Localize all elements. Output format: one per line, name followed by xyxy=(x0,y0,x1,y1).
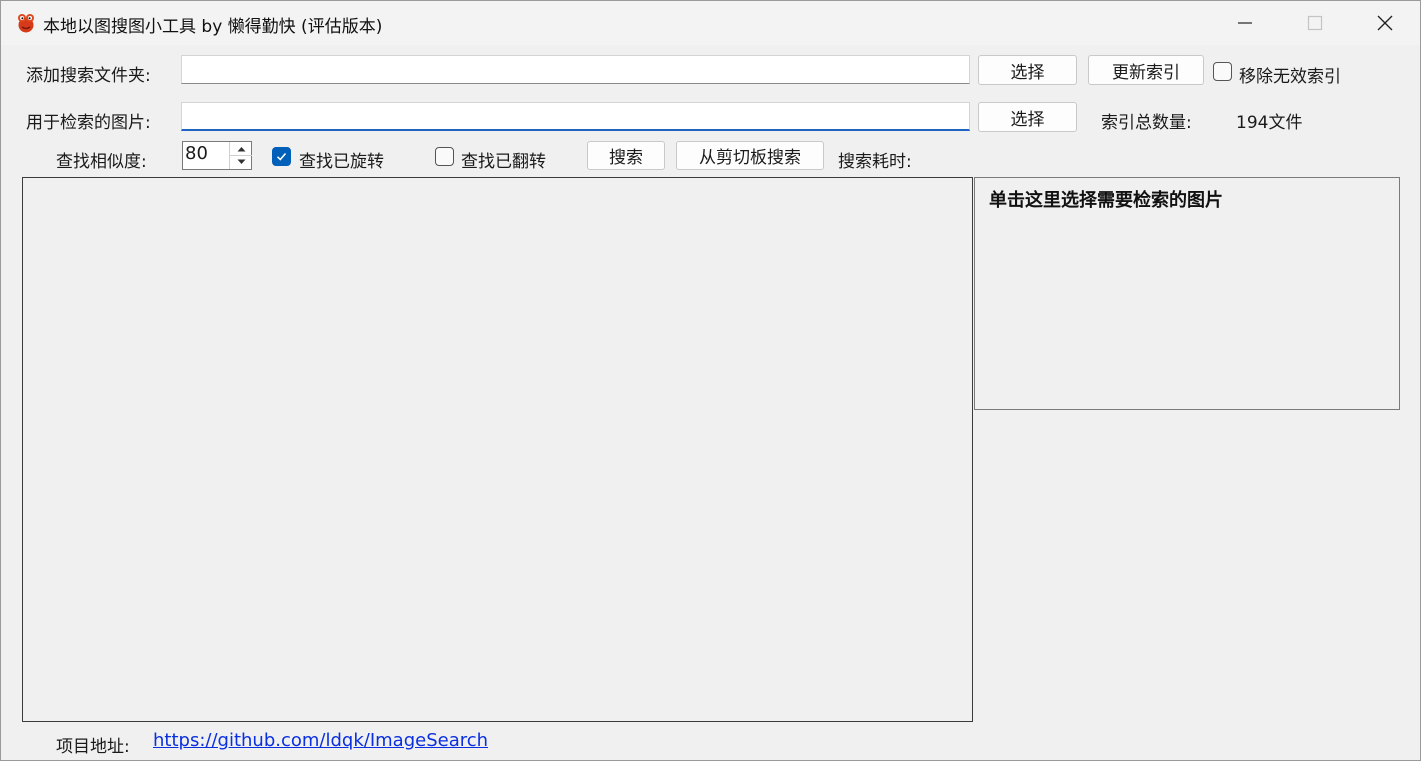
bug-app-icon xyxy=(15,12,37,34)
index-count-label: 索引总数量: xyxy=(1101,113,1192,133)
minimize-button[interactable] xyxy=(1210,1,1280,45)
index-count-value: 194文件 xyxy=(1236,113,1303,133)
maximize-button[interactable] xyxy=(1280,1,1350,45)
find-rotated-label: 查找已旋转 xyxy=(299,152,384,172)
checkmark-icon xyxy=(276,152,287,161)
update-index-button[interactable]: 更新索引 xyxy=(1088,55,1204,85)
image-preview-box[interactable]: 单击这里选择需要检索的图片 xyxy=(974,177,1400,410)
add-folder-label: 添加搜索文件夹: xyxy=(26,66,151,86)
select-image-button[interactable]: 选择 xyxy=(978,102,1077,132)
window-title: 本地以图搜图小工具 by 懒得勤快 (评估版本) xyxy=(43,17,383,37)
project-url-link[interactable]: https://github.com/ldqk/ImageSearch xyxy=(153,730,488,751)
chevron-down-icon xyxy=(237,159,245,164)
spinner-buttons xyxy=(229,142,252,169)
search-button[interactable]: 搜索 xyxy=(587,141,665,170)
clipboard-search-button[interactable]: 从剪切板搜索 xyxy=(676,141,824,170)
similarity-spinner[interactable]: 80 xyxy=(182,141,252,170)
select-folder-button[interactable]: 选择 xyxy=(978,55,1077,85)
spinner-down-button[interactable] xyxy=(230,155,252,168)
remove-invalid-index-checkbox[interactable] xyxy=(1213,62,1232,81)
title-bar: 本地以图搜图小工具 by 懒得勤快 (评估版本) xyxy=(1,1,1420,45)
app-window: 本地以图搜图小工具 by 懒得勤快 (评估版本) 添加搜索文件夹: 选择 更新索… xyxy=(0,0,1421,761)
search-image-path-input[interactable] xyxy=(181,102,970,131)
spinner-up-button[interactable] xyxy=(230,142,252,156)
search-image-label: 用于检索的图片: xyxy=(26,113,151,133)
close-icon xyxy=(1377,15,1393,31)
project-url-label: 项目地址: xyxy=(56,737,130,757)
similarity-label: 查找相似度: xyxy=(56,152,147,172)
find-flipped-checkbox[interactable] xyxy=(435,147,454,166)
maximize-icon xyxy=(1307,15,1323,31)
minimize-icon xyxy=(1238,22,1252,24)
elapsed-time-label: 搜索耗时: xyxy=(838,152,912,172)
chevron-up-icon xyxy=(237,146,245,151)
search-results-list[interactable] xyxy=(22,177,973,722)
close-button[interactable] xyxy=(1350,1,1420,45)
find-rotated-checkbox[interactable] xyxy=(272,147,291,166)
folder-path-input[interactable] xyxy=(181,55,970,84)
preview-hint-text[interactable]: 单击这里选择需要检索的图片 xyxy=(989,186,1223,212)
similarity-value[interactable]: 80 xyxy=(185,143,208,164)
remove-invalid-index-label: 移除无效索引 xyxy=(1239,67,1341,87)
find-flipped-label: 查找已翻转 xyxy=(461,152,546,172)
